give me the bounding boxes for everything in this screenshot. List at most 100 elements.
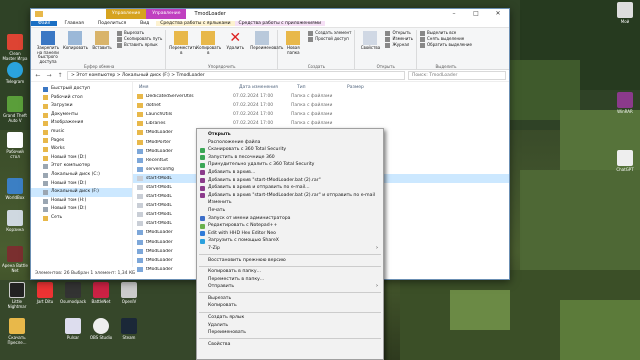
back-arrow-icon[interactable]: ←: [34, 72, 42, 79]
context-menu-item[interactable]: Принудительно удалить с 360 Total Securi…: [197, 161, 383, 169]
desktop-icon-worldbox[interactable]: WorldBox: [2, 178, 28, 200]
copy-to-button[interactable]: Копировать в: [196, 30, 221, 55]
desktop-icon-pulsar[interactable]: Pulsar: [60, 318, 86, 340]
desktop-icon-winrar[interactable]: WinRAR: [612, 92, 638, 114]
nav-item[interactable]: Новый том (D:): [31, 205, 132, 214]
search-input[interactable]: Поиск: TmodLoader: [408, 71, 506, 80]
context-menu-item[interactable]: Загрузить с помощью ShareX: [197, 237, 383, 245]
tab-manage-app[interactable]: Управление: [146, 9, 187, 19]
copy-button[interactable]: Копировать: [63, 30, 88, 51]
delete-button[interactable]: ✕ Удалить: [223, 30, 247, 51]
context-menu-item[interactable]: Свойства: [197, 341, 383, 349]
tab-home[interactable]: Главная: [57, 21, 90, 26]
paste-button[interactable]: Вставить: [90, 30, 114, 51]
file-row[interactable]: DedicatedServerUtils 07.02.2024 17:00 Папк…: [133, 92, 509, 101]
nav-item[interactable]: Новый том (D:): [31, 154, 132, 163]
tab-share[interactable]: Поделиться: [91, 21, 133, 26]
nav-item[interactable]: Локальный диск (C:): [31, 171, 132, 180]
file-row[interactable]: Libraries 07.02.2024 17:00 Папка с файлами: [133, 119, 509, 128]
context-menu-item[interactable]: Добавить в архив и отправить по e-mail..…: [197, 184, 383, 192]
desktop-icon-recycle-bin[interactable]: Корзина: [2, 210, 28, 232]
easy-access-button[interactable]: Простой доступ: [308, 36, 351, 42]
forward-arrow-icon[interactable]: →: [45, 72, 53, 79]
context-menu-item[interactable]: Добавить в архив "start-tModLoader.bat (…: [197, 192, 383, 200]
desktop-icon-battlenet[interactable]: BattleNet: [88, 282, 114, 304]
desktop-icon-telegram[interactable]: Telegram: [2, 62, 28, 84]
tab-tools-app[interactable]: Средства работы с приложениями: [234, 20, 326, 26]
maximize-button[interactable]: □: [465, 9, 487, 19]
desktop-icon-osumodpack[interactable]: Osumodpack: [60, 282, 86, 304]
rename-icon: [255, 31, 270, 45]
context-menu-item[interactable]: Вырезать: [197, 295, 383, 303]
minimize-button[interactable]: –: [443, 9, 465, 19]
context-menu-item[interactable]: Восстановить прежнюю версию: [197, 257, 383, 265]
nav-item[interactable]: Рабочий стол: [31, 94, 132, 103]
context-menu-item[interactable]: Изменить: [197, 199, 383, 207]
context-menu-item[interactable]: Отправить ›: [197, 283, 383, 291]
column-size[interactable]: Размер: [341, 85, 364, 90]
context-menu-item[interactable]: Печать: [197, 207, 383, 215]
context-menu-item[interactable]: Запуск от имени администратора: [197, 215, 383, 223]
nav-item[interactable]: Документы: [31, 111, 132, 120]
nav-item[interactable]: Новый том (H:): [31, 197, 132, 206]
desktop-icon-clean-master[interactable]: Clean Master Игра: [2, 34, 28, 61]
context-menu-item[interactable]: Edit with HHD Hex Editor Neo: [197, 230, 383, 238]
context-menu-item[interactable]: Копировать в папку...: [197, 268, 383, 276]
nav-item[interactable]: Сеть: [31, 214, 132, 223]
desktop-icon-jart[interactable]: Jart Ditu: [32, 282, 58, 304]
tab-view[interactable]: Вид: [133, 21, 156, 26]
nav-item[interactable]: Локальный диск (F:): [31, 188, 132, 197]
context-menu-item[interactable]: Добавить в архив...: [197, 169, 383, 177]
nav-item[interactable]: Works: [31, 145, 132, 154]
nav-item[interactable]: music: [31, 128, 132, 137]
desktop-icon-download[interactable]: Скачать Пресле...: [4, 318, 30, 345]
desktop-icon-openiv[interactable]: OpenIV: [116, 282, 142, 304]
desktop-icon-little-nightmare[interactable]: Little Nightmar: [4, 282, 30, 309]
tab-tools-shortcut[interactable]: Средства работы с ярлыками: [156, 20, 235, 26]
context-menu-item[interactable]: Добавить в архив "start-tModLoader.bat (…: [197, 177, 383, 185]
desktop-icon-obs[interactable]: OBS Studio: [88, 318, 114, 340]
history-button[interactable]: Журнал: [385, 42, 413, 48]
close-button[interactable]: ✕: [487, 9, 509, 19]
context-menu-item[interactable]: Создать ярлык: [197, 314, 383, 322]
file-row[interactable]: LaunchUtils 07.02.2024 17:00 Папка с файла…: [133, 110, 509, 119]
file-date: 07.02.2024 17:00: [233, 103, 274, 109]
column-date[interactable]: Дата изменения: [233, 85, 291, 90]
context-menu-item[interactable]: Открыть: [197, 131, 383, 139]
context-menu-item[interactable]: 7-Zip ›: [197, 245, 383, 253]
properties-button[interactable]: Свойства: [358, 30, 382, 51]
column-name[interactable]: Имя: [133, 85, 233, 90]
context-menu-item[interactable]: Запустить в песочнице 360: [197, 154, 383, 162]
context-menu-item[interactable]: Переместить в папку...: [197, 276, 383, 284]
desktop-icon-gta[interactable]: Grand Theft Auto V: [2, 96, 28, 123]
context-menu-item[interactable]: Копировать: [197, 302, 383, 310]
file-row[interactable]: dotnet 07.02.2024 17:00 Папка с файлами: [133, 101, 509, 110]
desktop-icon-my[interactable]: Мой: [612, 2, 638, 24]
context-menu-item[interactable]: Сканировать с 360 Total Security: [197, 146, 383, 154]
rename-button[interactable]: Переименовать: [250, 30, 283, 51]
nav-item[interactable]: Загрузки: [31, 102, 132, 111]
context-menu-item[interactable]: Расположение файла: [197, 139, 383, 147]
desktop-icon-steam[interactable]: Steam: [116, 318, 142, 340]
new-folder-button[interactable]: Новая папка: [281, 30, 305, 55]
tab-file[interactable]: Файл: [31, 20, 58, 26]
desktop-icon-arena[interactable]: Арена Battle Net: [2, 246, 28, 273]
invert-selection-button[interactable]: Обратить выделение: [419, 42, 472, 48]
desktop-icon-desktop[interactable]: Рабочий стол: [2, 132, 28, 159]
nav-item[interactable]: Pages: [31, 137, 132, 146]
move-to-button[interactable]: Переместить в: [169, 30, 197, 55]
context-menu-item[interactable]: Удалить: [197, 322, 383, 330]
nav-item[interactable]: Изображения: [31, 119, 132, 128]
up-arrow-icon[interactable]: ↑: [56, 72, 64, 79]
path-input[interactable]: > Этот компьютер > Локальный диск (F:) >…: [67, 71, 405, 80]
desktop-icon-chatgpt[interactable]: ChatGPT: [612, 150, 638, 172]
nav-item[interactable]: Новый том (D:): [31, 180, 132, 189]
context-menu-item[interactable]: Переименовать: [197, 329, 383, 337]
context-menu-item[interactable]: Редактировать с Notepad++: [197, 222, 383, 230]
paste-shortcut-button[interactable]: Вставить ярлык: [117, 42, 162, 48]
column-type[interactable]: Тип: [291, 85, 341, 90]
pin-button[interactable]: Закрепить на панели быстрого доступа: [36, 30, 60, 64]
nav-item[interactable]: Этот компьютер: [31, 162, 132, 171]
nav-item[interactable]: Быстрый доступ: [31, 85, 132, 94]
tab-manage-shortcut[interactable]: Управление: [106, 9, 147, 19]
